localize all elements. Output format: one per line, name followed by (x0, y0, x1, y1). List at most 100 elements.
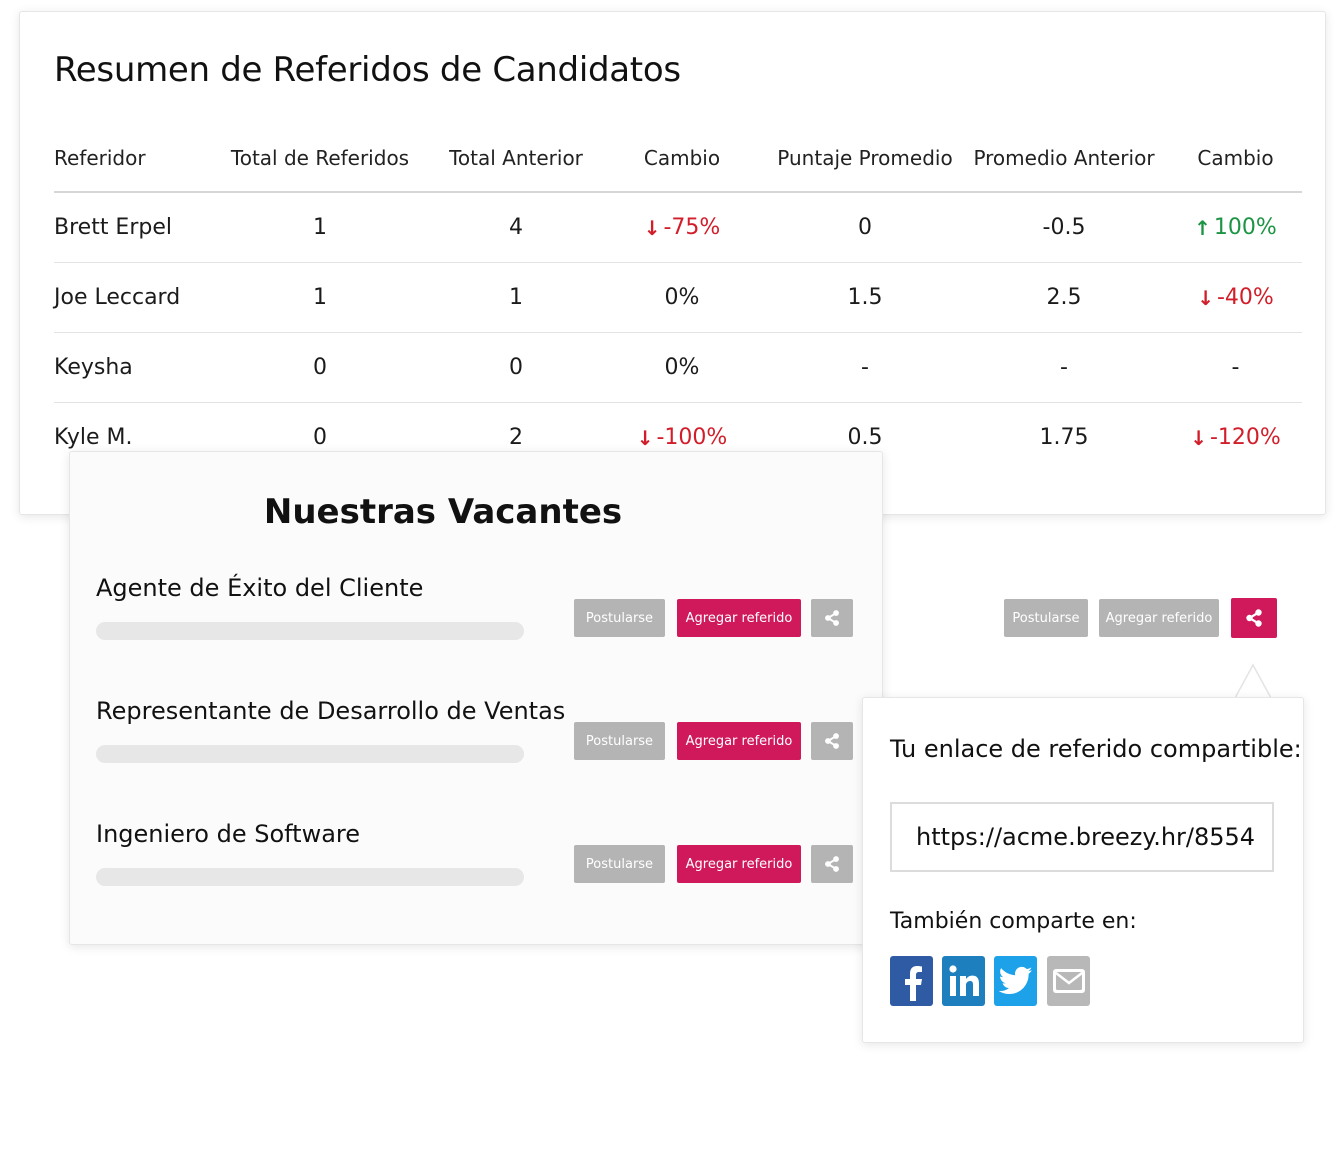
arrow-down-icon: ↓ (636, 425, 654, 450)
job-title: Agente de Éxito del Cliente (96, 574, 424, 602)
cell-total-value: 1 (313, 215, 327, 240)
apply-button[interactable]: Postularse (574, 599, 665, 637)
cell-prev-total-value: 0 (509, 355, 523, 380)
cell-avg-score-value: - (861, 355, 869, 380)
cell-total-value: 1 (313, 285, 327, 310)
cell-change-value: 0% (664, 285, 700, 310)
cell-avg-change-value: - (1231, 355, 1240, 380)
referral-summary-table: Referidor Total de Referidos Total Anter… (54, 124, 1302, 472)
share-button[interactable] (811, 845, 853, 883)
arrow-up-icon: ↑ (1194, 215, 1211, 240)
share-button[interactable] (811, 599, 853, 637)
cell-avg-score-value: 0 (858, 215, 872, 240)
summary-title: Resumen de Referidos de Candidatos (54, 50, 681, 90)
cell-total-value: 0 (313, 355, 327, 380)
cell-change-value: 0% (664, 355, 700, 380)
cell-change-value: -75% (663, 215, 721, 240)
arrow-down-icon: ↓ (1190, 425, 1207, 450)
share-popover: Tu enlace de referido compartible: https… (862, 697, 1304, 1043)
email-icon (1052, 969, 1085, 993)
cell-referrer-value: Keysha (54, 355, 133, 380)
cell-referrer: Brett Erpel (54, 193, 172, 262)
cell-prev-avg-value: 1.75 (1039, 425, 1089, 450)
share-icon (825, 610, 839, 626)
cell-avg-score: 1.5 (772, 263, 958, 332)
cell-avg-change: ↓ -120% (1169, 403, 1302, 472)
linkedin-share-button[interactable] (942, 956, 985, 1006)
cell-prev-total-value: 4 (509, 215, 523, 240)
share-button[interactable] (1231, 598, 1277, 638)
cell-avg-score-value: 1.5 (847, 285, 883, 310)
cell-prev-avg: -0.5 (969, 193, 1159, 262)
job-placeholder-bar (96, 868, 524, 886)
cell-avg-change: ↓ -40% (1169, 263, 1302, 332)
table-row: Keysha 0 0 0% - - - (54, 333, 1302, 403)
col-header-change: Cambio (643, 145, 721, 170)
cell-prev-total: 4 (436, 193, 596, 262)
table-body: Brett Erpel 1 4 ↓ -75% 0 -0.5 ↑ 100% Joe Leccard 1… (54, 193, 1302, 472)
arrow-down-icon: ↓ (1197, 285, 1214, 310)
arrow-down-icon: ↓ (643, 215, 661, 240)
cell-prev-avg: 1.75 (969, 403, 1159, 472)
table-row: Brett Erpel 1 4 ↓ -75% 0 -0.5 ↑ 100% (54, 193, 1302, 263)
referral-link-field[interactable]: https://acme.breezy.hr/8554 (890, 802, 1274, 872)
cell-referrer-value: Kyle M. (54, 425, 133, 450)
cell-prev-avg: - (969, 333, 1159, 402)
col-header-prev-avg: Promedio Anterior (973, 145, 1155, 170)
cell-avg-change: - (1169, 333, 1302, 402)
job-placeholder-bar (96, 745, 524, 763)
cell-avg-score: - (772, 333, 958, 402)
add-referral-button[interactable]: Agregar referido (677, 599, 801, 637)
linkedin-icon (948, 965, 979, 996)
share-button[interactable] (811, 722, 853, 760)
cell-total: 1 (220, 263, 420, 332)
cell-referrer: Keysha (54, 333, 133, 402)
cell-prev-avg-value: -0.5 (1042, 215, 1086, 240)
cell-prev-avg-value: - (1060, 355, 1068, 380)
vacancies-card: Nuestras Vacantes Agente de Éxito del Cl… (69, 451, 883, 945)
cell-total: 0 (220, 333, 420, 402)
popover-caret (1235, 663, 1271, 699)
cell-prev-total: 1 (436, 263, 596, 332)
twitter-share-button[interactable] (994, 956, 1037, 1006)
col-header-referrer: Referidor (54, 145, 146, 170)
share-icon (1246, 609, 1262, 627)
cell-change: 0% (607, 263, 757, 332)
share-icon (825, 856, 839, 872)
job-item: Agente de Éxito del Cliente Postularse Agr… (70, 574, 882, 694)
cell-avg-change: ↑ 100% (1169, 193, 1302, 262)
apply-button[interactable]: Postularse (574, 722, 665, 760)
add-referral-button[interactable]: Agregar referido (677, 845, 801, 883)
twitter-icon (998, 966, 1032, 995)
add-referral-button[interactable]: Agregar referido (1099, 599, 1219, 637)
job-title: Representante de Desarrollo de Ventas (96, 697, 566, 725)
cell-referrer-value: Brett Erpel (54, 215, 172, 240)
cell-avg-change-value: -40% (1216, 285, 1274, 310)
job-title: Ingeniero de Software (96, 820, 361, 848)
also-share-label: También comparte en: (890, 909, 1137, 934)
cell-prev-avg: 2.5 (969, 263, 1159, 332)
cell-prev-avg-value: 2.5 (1046, 285, 1082, 310)
cell-avg-score: 0 (772, 193, 958, 262)
facebook-share-button[interactable] (890, 956, 933, 1006)
cell-prev-total: 0 (436, 333, 596, 402)
cell-total-value: 0 (313, 425, 327, 450)
cell-change: ↓ -75% (607, 193, 757, 262)
col-header-avg-change: Cambio (1197, 145, 1274, 170)
apply-button[interactable]: Postularse (1004, 599, 1088, 637)
cell-referrer-value: Joe Leccard (54, 285, 181, 310)
add-referral-button[interactable]: Agregar referido (677, 722, 801, 760)
referral-summary-card: Resumen de Referidos de Candidatos Refer… (19, 11, 1326, 515)
table-header: Referidor Total de Referidos Total Anter… (54, 124, 1302, 193)
facebook-icon (904, 966, 922, 1001)
col-header-avg-score: Puntaje Promedio (777, 145, 953, 170)
popover-title: Tu enlace de referido compartible: (890, 735, 1302, 763)
cell-prev-total-value: 1 (509, 285, 523, 310)
email-share-button[interactable] (1047, 956, 1090, 1006)
table-row: Joe Leccard 1 1 0% 1.5 2.5 ↓ -40% (54, 263, 1302, 333)
cell-referrer: Joe Leccard (54, 263, 180, 332)
cell-change: 0% (607, 333, 757, 402)
cell-prev-total-value: 2 (509, 425, 523, 450)
apply-button[interactable]: Postularse (574, 845, 665, 883)
vacancies-title: Nuestras Vacantes (263, 492, 623, 532)
